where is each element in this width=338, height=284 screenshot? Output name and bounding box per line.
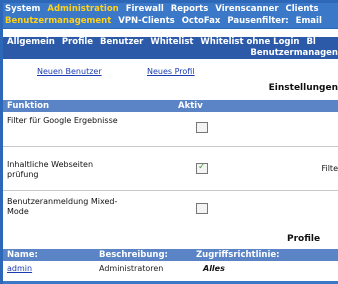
settings-row-content: Inhaltliche Webseiten prüfung Filte xyxy=(3,160,338,186)
tab-allgemein[interactable]: Allgemein xyxy=(7,37,55,47)
settings-heading: Einstellungen xyxy=(268,83,338,93)
setting-label: Benutzeranmeldung Mixed-Mode xyxy=(7,197,118,216)
tab-benutzer[interactable]: Benutzer xyxy=(100,37,143,47)
nav-vpn-clients[interactable]: VPN-Clients xyxy=(118,16,174,26)
tab-whitelist[interactable]: Whitelist xyxy=(150,37,193,47)
nav-virenscanner[interactable]: Virenscanner xyxy=(215,4,278,14)
app-frame: System Administration Firewall Reports V… xyxy=(0,0,338,284)
nav-administration[interactable]: Administration xyxy=(47,4,118,14)
settings-row-google: Filter für Google Ergebnisse xyxy=(3,116,338,142)
col-name: Name: xyxy=(7,250,38,260)
nav-firewall[interactable]: Firewall xyxy=(126,4,164,14)
mixed-mode-checkbox[interactable] xyxy=(196,203,208,214)
nav-clients[interactable]: Clients xyxy=(286,4,319,14)
setting-label: Inhaltliche Webseiten prüfung xyxy=(7,160,94,179)
main-content: Allgemein Profile Benutzer Whitelist Whi… xyxy=(3,29,338,284)
profiles-heading: Profile xyxy=(287,234,321,244)
profiles-table-header: Name: Beschreibung: Zugriffsrichtlinie: xyxy=(3,249,338,261)
row-divider xyxy=(3,146,338,147)
top-nav-row-2: Benutzermanagement VPN-Clients OctoFax P… xyxy=(3,15,338,27)
row-divider xyxy=(3,190,338,191)
table-row: admin Administratoren Alles xyxy=(3,263,338,275)
action-links: Neuen Benutzer Neues Profil xyxy=(3,67,338,79)
nav-reports[interactable]: Reports xyxy=(171,4,209,14)
nav-email[interactable]: Email xyxy=(296,16,322,26)
profile-name-link[interactable]: admin xyxy=(7,263,32,275)
tab-blacklist[interactable]: Bl xyxy=(306,37,315,47)
nav-octofax[interactable]: OctoFax xyxy=(182,16,221,26)
content-check-checkbox[interactable] xyxy=(196,162,208,174)
top-navigation: System Administration Firewall Reports V… xyxy=(3,3,338,28)
profile-description: Administratoren xyxy=(99,264,164,273)
new-user-link[interactable]: Neuen Benutzer xyxy=(37,67,102,76)
profile-access: Alles xyxy=(203,264,225,273)
tab-profile[interactable]: Profile xyxy=(62,37,93,47)
nav-pausenfilter[interactable]: Pausenfilter: xyxy=(227,16,288,26)
section-title: Benutzermanagen xyxy=(250,48,338,58)
nav-benutzermanagement[interactable]: Benutzermanagement xyxy=(5,16,111,26)
col-function: Funktion xyxy=(7,101,50,111)
col-access: Zugriffsrichtlinie: xyxy=(196,250,280,260)
setting-label: Filter für Google Ergebnisse xyxy=(7,116,118,125)
sub-nav-tabs: Allgemein Profile Benutzer Whitelist Whi… xyxy=(3,37,338,48)
new-profile-link[interactable]: Neues Profil xyxy=(147,67,195,76)
google-filter-checkbox[interactable] xyxy=(196,122,208,133)
settings-table-header: Funktion Aktiv xyxy=(3,100,338,112)
sub-navigation: Allgemein Profile Benutzer Whitelist Whi… xyxy=(3,37,338,59)
nav-system[interactable]: System xyxy=(5,4,40,14)
filter-side-text: Filte xyxy=(321,164,338,173)
col-active: Aktiv xyxy=(178,101,203,111)
top-nav-row-1: System Administration Firewall Reports V… xyxy=(3,3,338,15)
settings-row-mixed-mode: Benutzeranmeldung Mixed-Mode xyxy=(3,197,338,223)
col-description: Beschreibung: xyxy=(99,250,168,260)
tab-whitelist-ohne-login[interactable]: Whitelist ohne Login xyxy=(200,37,299,47)
